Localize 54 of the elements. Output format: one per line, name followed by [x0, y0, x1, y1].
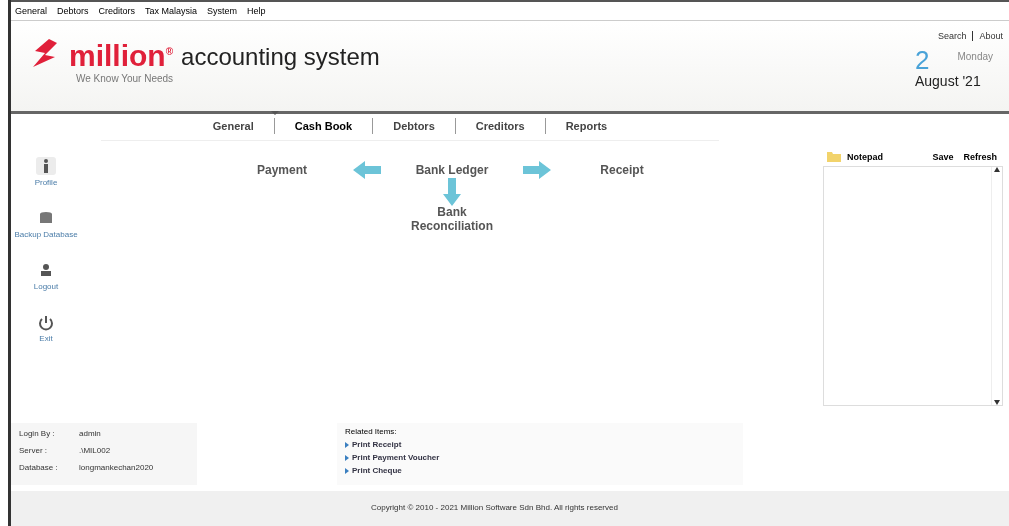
- related-link[interactable]: Print Cheque: [345, 466, 735, 475]
- info-value: .\MIL002: [79, 446, 112, 455]
- scrollbar[interactable]: [991, 167, 1002, 405]
- bullet-icon: [345, 467, 349, 474]
- menu-item[interactable]: Debtors: [57, 6, 89, 16]
- related-link[interactable]: Print Receipt: [345, 440, 735, 449]
- menu-item[interactable]: Creditors: [98, 6, 136, 16]
- info-label: Database :: [19, 463, 59, 472]
- sidebar-item[interactable]: Exit: [36, 313, 56, 343]
- notepad-button[interactable]: Save: [930, 151, 956, 162]
- info-value: admin: [79, 429, 102, 438]
- related-title: Related Items:: [345, 427, 398, 436]
- header-link[interactable]: Search: [937, 31, 967, 41]
- copyright-text: Copyright © 2010 - 2021 Million Software Sdn Bhd. All rights reserved: [371, 503, 618, 512]
- tab[interactable]: Reports: [544, 118, 628, 134]
- arrow-icon: [353, 161, 381, 179]
- info-icon: [36, 157, 56, 175]
- menu-item[interactable]: Help: [247, 6, 266, 16]
- sidebar-item[interactable]: Backup Database: [14, 209, 78, 239]
- month-year: August '21: [914, 73, 982, 89]
- notepad-button[interactable]: Refresh: [961, 151, 999, 162]
- tab[interactable]: Creditors: [454, 118, 545, 134]
- sidebar-item[interactable]: Logout: [33, 261, 59, 291]
- tab[interactable]: Debtors: [372, 118, 455, 134]
- flow-node[interactable]: Bank Reconciliation: [407, 205, 497, 233]
- brand-name: million$^{®}$: [69, 41, 174, 71]
- tab[interactable]: Cash Book: [273, 118, 373, 134]
- scroll-up-icon[interactable]: [994, 167, 1000, 172]
- flow-node[interactable]: Receipt: [600, 163, 644, 177]
- arrow-icon: [523, 161, 551, 179]
- folder-icon: [827, 151, 841, 162]
- menu-item[interactable]: General: [15, 6, 48, 16]
- day-number: 2: [914, 47, 930, 73]
- product-name: accounting system: [181, 43, 380, 71]
- info-value: longmankechan2020: [79, 463, 155, 472]
- flow-node[interactable]: Payment: [257, 163, 307, 177]
- menu-item[interactable]: System: [207, 6, 238, 16]
- tab[interactable]: General: [192, 118, 274, 134]
- scroll-down-icon[interactable]: [994, 400, 1000, 405]
- selected-marker-icon: [270, 111, 279, 115]
- flow-node[interactable]: Bank Ledger: [415, 163, 489, 177]
- related-link[interactable]: Print Payment Voucher: [345, 453, 735, 462]
- bullet-icon: [345, 454, 349, 461]
- bullet-icon: [345, 441, 349, 448]
- info-label: Server :: [19, 446, 48, 455]
- sidebar-item[interactable]: Profile: [34, 157, 58, 187]
- arrow-icon: [443, 178, 461, 206]
- notepad-title: Notepad: [847, 151, 884, 162]
- power-icon: [36, 313, 56, 331]
- header-link[interactable]: About: [979, 31, 1003, 41]
- weekday: Monday: [957, 51, 993, 64]
- menu-item[interactable]: Tax Malaysia: [145, 6, 198, 16]
- info-label: Login By :: [19, 429, 56, 438]
- tagline: We Know Your Needs: [76, 73, 175, 84]
